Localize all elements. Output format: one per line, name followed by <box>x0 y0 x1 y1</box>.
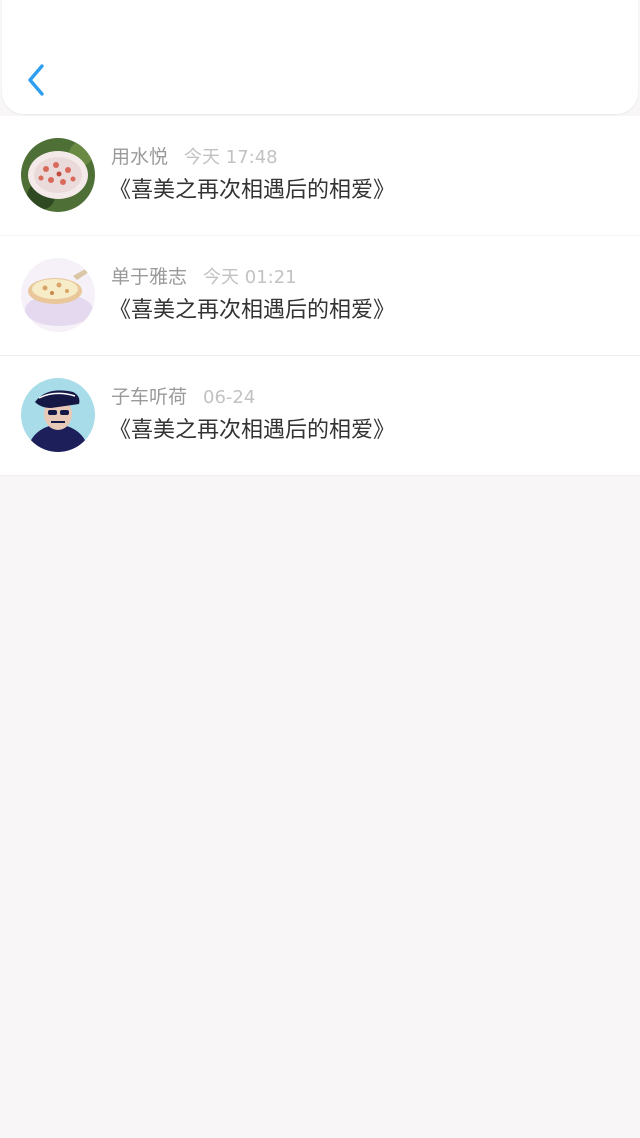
comment-meta: 子车听荷 06-24 <box>111 383 255 411</box>
user-name[interactable]: 子车听荷 <box>111 386 187 408</box>
comment-list: 用水悦 今天 17:48 《喜美之再次相遇后的相爱》 单于雅志 今天 01:21… <box>0 116 640 476</box>
book-title[interactable]: 《喜美之再次相遇后的相爱》 <box>109 296 395 326</box>
avatar[interactable] <box>21 378 95 452</box>
list-item[interactable]: 用水悦 今天 17:48 《喜美之再次相遇后的相爱》 <box>0 116 640 236</box>
chevron-left-icon <box>28 64 44 96</box>
book-title[interactable]: 《喜美之再次相遇后的相爱》 <box>109 176 395 206</box>
list-item[interactable]: 单于雅志 今天 01:21 《喜美之再次相遇后的相爱》 <box>0 236 640 356</box>
comment-time: 今天 01:21 <box>203 267 297 288</box>
book-title[interactable]: 《喜美之再次相遇后的相爱》 <box>109 416 395 446</box>
screen: 用水悦 今天 17:48 《喜美之再次相遇后的相爱》 单于雅志 今天 01:21… <box>0 0 640 1138</box>
avatar[interactable] <box>21 138 95 212</box>
user-name[interactable]: 用水悦 <box>111 146 168 168</box>
list-item[interactable]: 子车听荷 06-24 《喜美之再次相遇后的相爱》 <box>0 356 640 476</box>
comment-time: 今天 17:48 <box>184 147 278 168</box>
nav-header <box>2 0 638 114</box>
back-button[interactable] <box>20 60 52 100</box>
user-name[interactable]: 单于雅志 <box>111 266 187 288</box>
comment-time: 06-24 <box>203 387 256 408</box>
avatar[interactable] <box>21 258 95 332</box>
comment-meta: 单于雅志 今天 01:21 <box>111 263 297 291</box>
comment-meta: 用水悦 今天 17:48 <box>111 143 278 171</box>
